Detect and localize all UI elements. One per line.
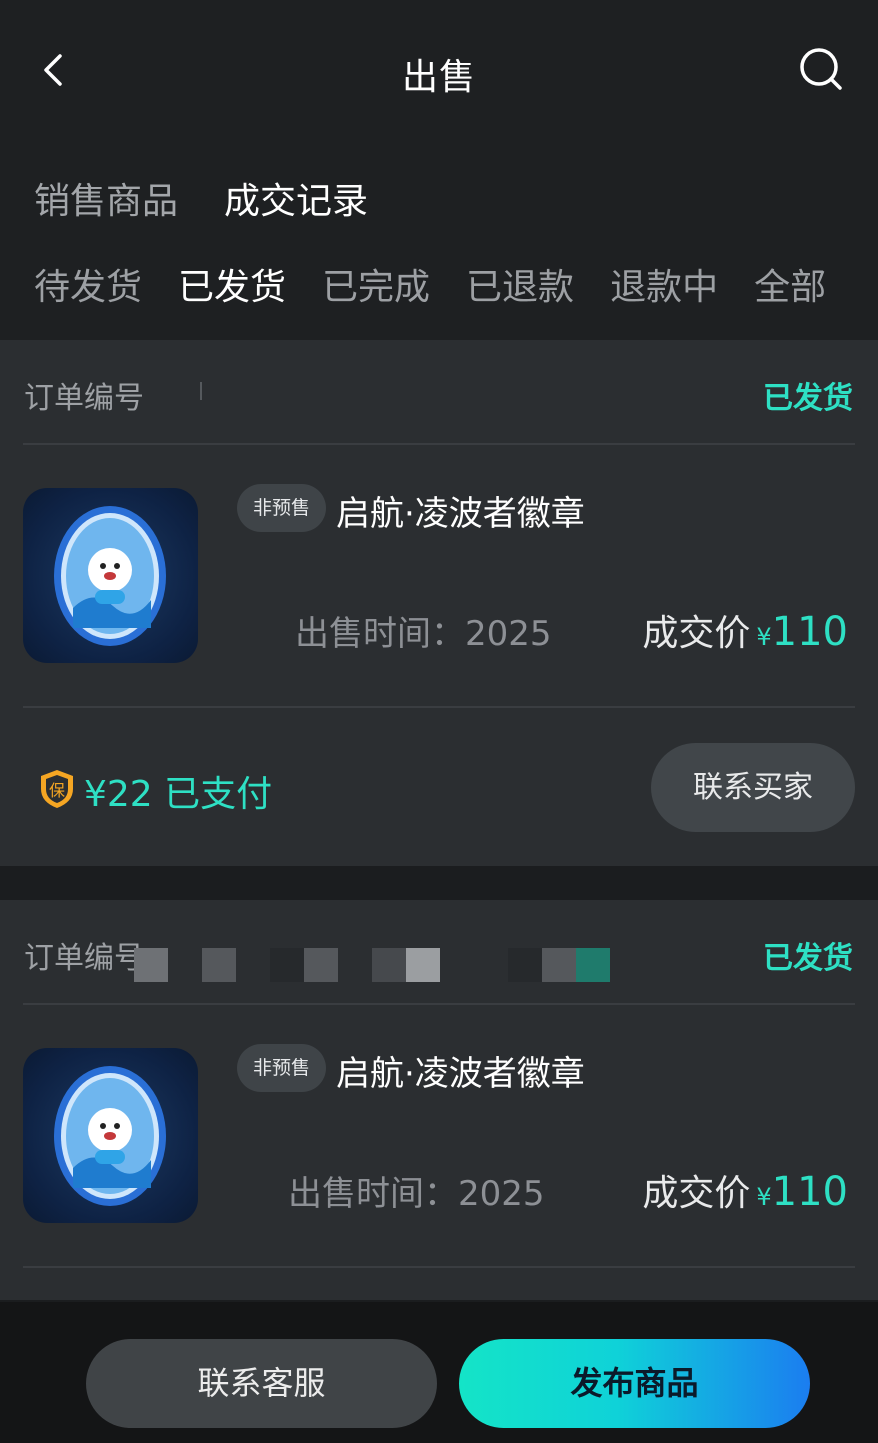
currency-symbol: ¥ (756, 623, 772, 651)
tab-deal-records[interactable]: 成交记录 (224, 172, 368, 224)
badge-image-icon (54, 1066, 166, 1206)
tab-completed[interactable]: 已完成 (322, 258, 430, 310)
order-card[interactable]: 订单编号 已发货 非预售 启航·凌波者徽章 出售时间：2025 成交价 ¥110 … (0, 340, 878, 866)
divider (23, 706, 855, 708)
deal-price-label: 成交价 (642, 613, 751, 654)
contact-buyer-button[interactable]: 联系买家 (651, 743, 855, 832)
header: 出售 销售商品 成交记录 待发货 已发货 已完成 已退款 退款中 全部 (0, 0, 878, 340)
divider (23, 1003, 855, 1005)
sell-time: 出售时间：2025 (288, 1174, 545, 1214)
tab-sales-goods[interactable]: 销售商品 (34, 172, 178, 224)
deal-price-value: 110 (771, 609, 848, 655)
divider (23, 443, 855, 445)
non-presale-tag: 非预售 (237, 1044, 327, 1092)
deal-price: 成交价 ¥110 (642, 604, 848, 656)
order-status: 已发货 (763, 941, 853, 976)
divider (23, 1266, 855, 1268)
product-name[interactable]: 启航·凌波者徽章 (336, 486, 585, 535)
tab-refunded[interactable]: 已退款 (466, 258, 574, 310)
page-title: 出售 (401, 57, 476, 98)
publish-product-button[interactable]: 发布商品 (459, 1339, 810, 1428)
deal-price: 成交价 ¥110 (642, 1164, 848, 1216)
product-thumbnail[interactable] (23, 1048, 198, 1223)
product-name[interactable]: 启航·凌波者徽章 (336, 1046, 585, 1095)
primary-tabs: 销售商品 成交记录 (34, 172, 368, 224)
tab-refunding[interactable]: 退款中 (610, 258, 718, 310)
svg-text:保: 保 (49, 781, 65, 800)
deal-price-value: 110 (771, 1169, 848, 1215)
contact-service-button[interactable]: 联系客服 (86, 1339, 437, 1428)
order-number-label: 订单编号 (24, 381, 144, 416)
tab-all[interactable]: 全部 (754, 258, 826, 310)
order-status: 已发货 (763, 381, 853, 416)
masked-order-number (134, 948, 610, 982)
product-thumbnail[interactable] (23, 488, 198, 663)
non-presale-tag: 非预售 (237, 484, 327, 532)
masked-order-number (200, 382, 202, 400)
tab-shipped[interactable]: 已发货 (178, 258, 286, 310)
status-tabs: 待发货 已发货 已完成 已退款 退款中 全部 (34, 258, 826, 310)
shield-bao-icon: 保 (41, 770, 73, 808)
search-icon[interactable] (796, 44, 846, 94)
tab-pending-shipment[interactable]: 待发货 (34, 258, 142, 310)
badge-image-icon (54, 506, 166, 646)
sell-time: 出售时间：2025 (295, 614, 552, 654)
deal-price-label: 成交价 (642, 1173, 751, 1214)
deposit-paid-text: ¥22 已支付 (84, 774, 273, 815)
currency-symbol: ¥ (756, 1183, 772, 1211)
